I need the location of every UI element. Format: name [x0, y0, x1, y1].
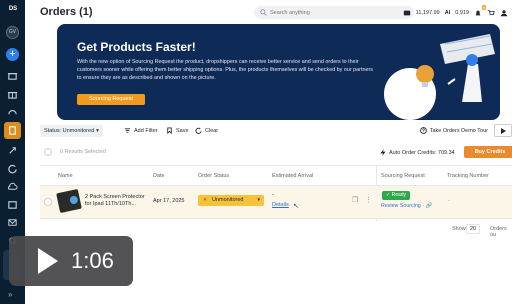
select-all-checkbox[interactable] — [44, 148, 52, 156]
banner-illustration — [384, 34, 495, 120]
gauge-icon[interactable] — [7, 106, 18, 117]
copy-icon[interactable]: ❐ — [352, 196, 358, 204]
table-top-divider — [40, 165, 512, 166]
box-icon[interactable] — [7, 199, 18, 210]
details-link[interactable]: Details — [272, 202, 289, 208]
order-date: Apr 17, 2025 — [153, 198, 185, 204]
demo-tour-label: Take Orders Demo Tour — [429, 127, 488, 134]
cloud-upload-icon[interactable] — [7, 181, 18, 192]
table-bottom-divider — [40, 218, 512, 219]
cursor-icon: ↖ — [293, 203, 299, 210]
buy-credits-button[interactable]: Buy Credits — [464, 146, 512, 158]
demo-tour-link[interactable]: Take Orders Demo Tour — [419, 127, 488, 134]
store-icon[interactable] — [7, 70, 18, 81]
help-icon — [419, 127, 427, 134]
search-icon — [260, 9, 267, 16]
clear-button[interactable]: Clear — [195, 127, 218, 134]
search-input[interactable] — [270, 6, 410, 19]
play-tour-button[interactable] — [494, 124, 512, 137]
orders-icon — [7, 125, 18, 136]
points-value: 0,919 — [455, 10, 469, 16]
clear-label: Clear — [205, 127, 219, 134]
orders-label: Orders ou — [490, 226, 507, 238]
promo-banner: Get Products Faster! With the new option… — [57, 24, 500, 120]
page-title: Orders (1) — [40, 6, 93, 18]
user-icon[interactable] — [500, 9, 508, 17]
points-icon: AI — [444, 10, 451, 16]
expand-sidebar-icon[interactable]: » — [8, 290, 12, 299]
review-sourcing-label: Review Sourcing — [381, 203, 421, 209]
lightning-icon — [380, 149, 386, 156]
review-sourcing-link[interactable]: Review Sourcing · 🔗 — [381, 203, 432, 209]
bookmark-icon — [167, 127, 172, 134]
status-filter-label: Status: Unmonitored — [44, 128, 95, 134]
banner-title: Get Products Faster! — [77, 40, 196, 54]
wallet-icon[interactable] — [403, 9, 411, 17]
gift-icon[interactable] — [7, 88, 18, 99]
status-filter-chip[interactable]: Status: Unmonitored ▾ — [40, 125, 103, 137]
column-header-date[interactable]: Date — [153, 173, 165, 179]
save-label: Save — [176, 127, 189, 134]
product-image[interactable] — [56, 188, 82, 214]
estimated-arrival: - — [272, 192, 274, 198]
ready-label: Ready — [391, 192, 407, 198]
app-logo[interactable]: DS — [4, 6, 22, 16]
sourcing-ready-badge: ✓ Ready — [382, 191, 411, 200]
mail-icon[interactable] — [7, 217, 18, 228]
video-player-overlay[interactable]: 1:06 — [9, 236, 133, 286]
cart-icon[interactable] — [487, 9, 495, 17]
column-header-tracking-number[interactable]: Tracking Number — [447, 173, 489, 179]
column-header-estimated-arrival[interactable]: Estimated Arrival — [272, 173, 313, 179]
column-header-sourcing-request[interactable]: Sourcing Request — [381, 173, 425, 179]
row-checkbox[interactable] — [44, 198, 52, 206]
refresh-icon[interactable] — [7, 163, 18, 174]
more-options-icon[interactable]: ⋮ — [365, 196, 372, 204]
add-filter-button[interactable]: Add Filter — [124, 127, 158, 134]
notifications-button[interactable]: 9 — [474, 5, 486, 17]
add-button[interactable]: + — [6, 48, 19, 61]
page-size-select[interactable]: 20 — [466, 224, 480, 234]
play-icon[interactable] — [38, 248, 58, 274]
selection-row: 0 Results Selected Auto Order Credits: 7… — [40, 144, 512, 160]
filter-icon — [124, 128, 131, 133]
avatar[interactable]: GV — [6, 26, 19, 39]
header-right: 11,197.99 AI 0,919 9 — [403, 5, 508, 18]
order-status-dropdown[interactable]: Unmonitored — [198, 195, 264, 206]
column-header-name[interactable]: Name — [58, 173, 73, 179]
table-row[interactable]: 2 Pack Screen Protector for Ipad 11Th/10… — [40, 186, 512, 218]
rocket-icon[interactable] — [7, 145, 18, 156]
selected-count: 0 Results Selected — [60, 149, 106, 155]
banner-text: With the new option of Sourcing Request … — [77, 59, 373, 81]
product-name[interactable]: 2 Pack Screen Protector for Ipad 11Th/10… — [85, 194, 145, 208]
balance-value: 11,197.99 — [415, 10, 440, 16]
tracking-number: - — [448, 198, 450, 204]
video-duration: 1:06 — [71, 248, 114, 273]
show-label: Show — [452, 226, 466, 232]
save-button[interactable]: Save — [166, 127, 189, 134]
column-header-order-status[interactable]: Order Status — [198, 173, 229, 179]
chevron-down-icon: ▾ — [96, 128, 99, 134]
filter-toolbar: Status: Unmonitored ▾ Add Filter Save Cl… — [40, 124, 512, 138]
bell-icon — [475, 10, 481, 16]
sourcing-request-button[interactable]: Sourcing Request — [77, 94, 145, 105]
add-filter-label: Add Filter — [134, 127, 158, 134]
credits-text: Auto Order Credits: 709.34 — [389, 149, 455, 156]
clear-icon — [195, 127, 202, 134]
auto-order-credits: Auto Order Credits: 709.34 — [380, 149, 455, 156]
search-bar[interactable] — [254, 6, 414, 19]
